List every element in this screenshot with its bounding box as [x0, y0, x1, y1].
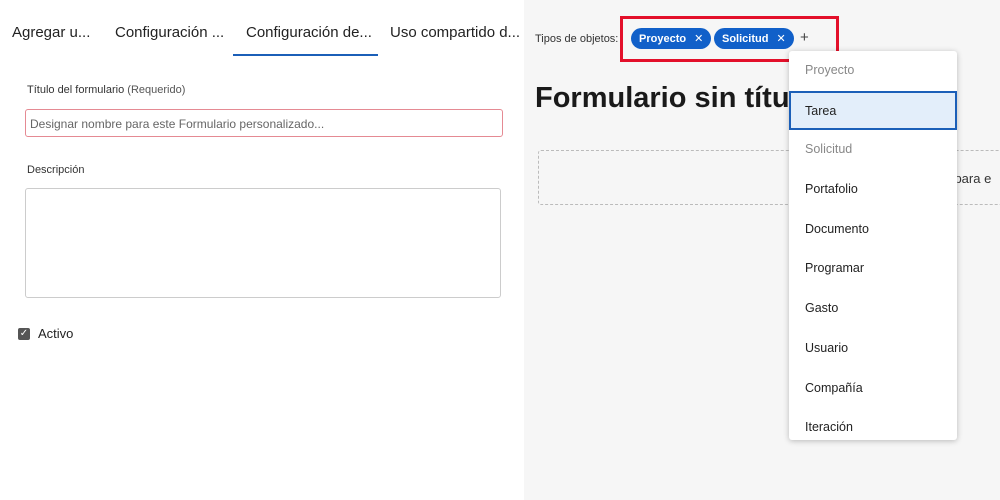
form-title-label: Título del formulario (Requerido) [27, 84, 185, 96]
description-textarea[interactable] [25, 188, 501, 298]
menu-item-portafolio[interactable]: Portafolio [789, 170, 957, 210]
tab-agregar[interactable]: Agregar u... [12, 24, 90, 41]
tab-uso-compartido[interactable]: Uso compartido d... [390, 24, 520, 41]
menu-item-tarea[interactable]: Tarea [789, 90, 957, 131]
active-checkbox[interactable]: ✓ [18, 328, 30, 340]
left-panel: Agregar u... Configuración ... Configura… [0, 0, 524, 500]
menu-item-gasto[interactable]: Gasto [789, 289, 957, 329]
active-label: Activo [38, 326, 74, 341]
required-note: (Requerido) [127, 84, 186, 96]
active-tab-indicator [233, 54, 378, 56]
menu-item-documento[interactable]: Documento [789, 210, 957, 250]
menu-item-usuario[interactable]: Usuario [789, 329, 957, 369]
description-label: Descripción [27, 164, 85, 176]
tab-configuracion-de[interactable]: Configuración de... [246, 24, 372, 41]
menu-item-compania[interactable]: Compañía [789, 369, 957, 409]
menu-item-proyecto: Proyecto [805, 63, 855, 77]
menu-item-solicitud: Solicitud [805, 142, 853, 157]
object-types-label: Tipos de objetos: [535, 33, 619, 45]
form-preview-title: Formulario sin título [535, 82, 816, 114]
form-title-label-text: Título del formulario [27, 84, 125, 96]
menu-item-iteracion[interactable]: Iteración [789, 408, 957, 440]
form-title-input[interactable]: Designar nombre para este Formulario per… [25, 109, 503, 137]
object-type-dropdown: Proyecto Tarea Solicitud Portafolio Docu… [789, 51, 957, 440]
menu-item-programar[interactable]: Programar [789, 249, 957, 289]
tab-configuracion[interactable]: Configuración ... [115, 24, 224, 41]
